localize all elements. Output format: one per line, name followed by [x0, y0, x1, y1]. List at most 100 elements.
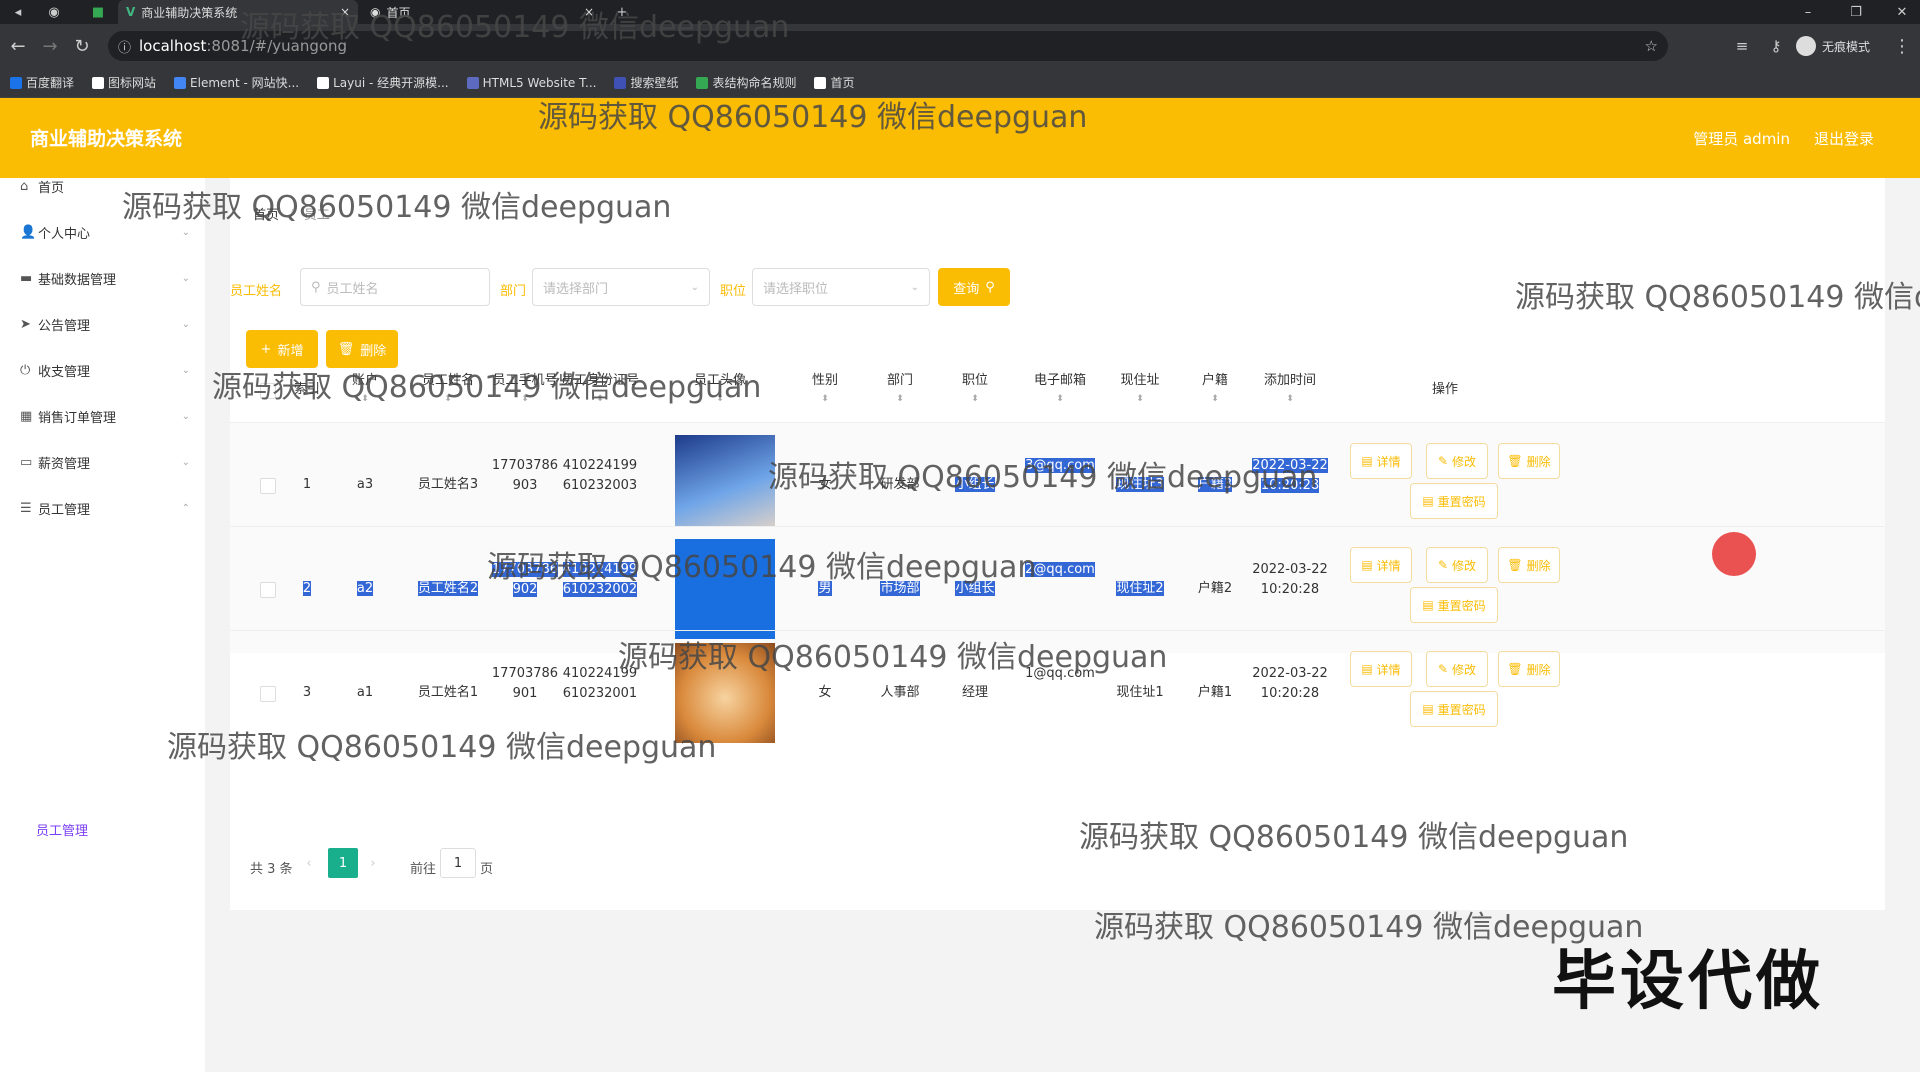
- detail-button[interactable]: ▤ 详情: [1350, 651, 1412, 687]
- watermark-text: 源码获取 QQ86050149 微信deepguan: [1515, 280, 1920, 315]
- watermark-text: 源码获取 QQ86050149 微信deepguan: [212, 370, 762, 405]
- cell-huji: 户籍2: [1185, 579, 1245, 599]
- sidebar-item-label: 收支管理: [38, 364, 91, 380]
- delete-button[interactable]: 🗑 删除: [1498, 547, 1560, 583]
- sidebar-item[interactable]: ▭ 薪资管理 ⌄: [20, 450, 190, 474]
- cell-text: 1: [302, 477, 312, 492]
- bookmark-item[interactable]: Element - 网站快...: [174, 74, 299, 91]
- cell-huji: 户籍1: [1185, 683, 1245, 703]
- cell-name: 员工姓名1: [408, 683, 488, 703]
- edit-button[interactable]: ✎ 修改: [1426, 547, 1488, 583]
- reset-password-button[interactable]: ▤ 重置密码: [1410, 691, 1498, 727]
- bookmark-icon: [614, 76, 627, 89]
- pos-select[interactable]: 请选择职位 ⌄: [752, 268, 930, 306]
- goto-page-input[interactable]: 1: [440, 848, 476, 878]
- query-button[interactable]: 查询 ⚲: [938, 268, 1010, 306]
- column-header-label: 户籍: [1201, 373, 1228, 388]
- column-header[interactable]: 性别 ⬍: [805, 358, 845, 422]
- cell-text: 现住址1: [1116, 685, 1164, 700]
- detail-button[interactable]: ▤ 详情: [1350, 443, 1412, 479]
- sort-icon[interactable]: ⬍: [1056, 390, 1064, 408]
- column-header[interactable]: 部门 ⬍: [870, 358, 930, 422]
- reload-icon[interactable]: ↻: [70, 34, 94, 58]
- incognito-badge[interactable]: 无痕模式: [1796, 34, 1870, 58]
- bookmark-item[interactable]: 百度翻译: [10, 74, 74, 91]
- cell-pos: 经理: [950, 683, 1000, 703]
- bookmark-item[interactable]: Layui - 经典开源模...: [317, 74, 449, 91]
- sort-icon[interactable]: ⬍: [821, 390, 829, 408]
- promo-stamp: 毕设代做: [1552, 945, 1824, 1019]
- column-header[interactable]: 现住址 ⬍: [1100, 358, 1180, 422]
- column-header[interactable]: 电子邮箱 ⬍: [1020, 358, 1100, 422]
- sidebar-item[interactable]: ▦ 销售订单管理 ⌄: [20, 404, 190, 428]
- sidebar-sub-employee[interactable]: 员工管理: [36, 820, 88, 839]
- edit-button[interactable]: ✎ 修改: [1426, 443, 1488, 479]
- reset-password-button[interactable]: ▤ 重置密码: [1410, 587, 1498, 623]
- detail-button[interactable]: ▤ 详情: [1350, 547, 1412, 583]
- next-page-icon[interactable]: ›: [358, 848, 388, 878]
- delete-button[interactable]: 🗑 删除: [1498, 651, 1560, 687]
- admin-user-label: 管理员 admin: [1693, 130, 1790, 148]
- name-search-input[interactable]: ⚲ 员工姓名: [300, 268, 490, 306]
- column-header[interactable]: 职位 ⬍: [950, 358, 1000, 422]
- bookmark-item[interactable]: 搜索壁纸: [614, 74, 678, 91]
- query-label: 查询: [953, 281, 980, 297]
- dept-select[interactable]: 请选择部门 ⌄: [532, 268, 710, 306]
- sidebar-item[interactable]: ⏻ 收支管理 ⌄: [20, 358, 190, 382]
- cell-name: 员工姓名2: [408, 579, 488, 599]
- sidebar-item[interactable]: ▬ 基础数据管理 ⌄: [20, 266, 190, 290]
- window-close-icon[interactable]: ✕: [1884, 0, 1920, 24]
- cell-index: 1: [292, 475, 322, 495]
- cell-text: 户籍2: [1197, 581, 1233, 596]
- home-icon: ⌂: [20, 178, 29, 194]
- op-label: 重置密码: [1437, 702, 1486, 717]
- edit-button[interactable]: ✎ 修改: [1426, 651, 1488, 687]
- bookmark-item[interactable]: HTML5 Website T...: [466, 76, 596, 90]
- back-icon[interactable]: ←: [6, 34, 30, 58]
- sort-icon[interactable]: ⬍: [1136, 390, 1144, 408]
- row-checkbox[interactable]: [260, 686, 276, 702]
- restore-icon[interactable]: ❐: [1838, 0, 1874, 24]
- column-header[interactable]: 添加时间 ⬍: [1250, 358, 1330, 422]
- star-icon[interactable]: ☆: [1645, 37, 1658, 55]
- cell-time: 2022-03-22 10:20:28: [1250, 664, 1330, 704]
- chevron-down-icon: ⌄: [181, 410, 190, 422]
- minimize-icon[interactable]: –: [1790, 0, 1826, 24]
- sort-icon[interactable]: ⬍: [1211, 390, 1219, 408]
- logout-link[interactable]: 退出登录: [1814, 128, 1874, 149]
- bookmark-label: 百度翻译: [26, 76, 75, 90]
- incognito-label: 无痕模式: [1822, 39, 1871, 54]
- chevron-down-icon: ⌄: [690, 281, 699, 293]
- cell-idno: 410224199610232003: [560, 456, 640, 496]
- reset-password-button[interactable]: ▤ 重置密码: [1410, 483, 1498, 519]
- menu-icon[interactable]: ⋮: [1890, 34, 1914, 58]
- column-header-label: 部门: [886, 373, 913, 388]
- bookmark-label: 首页: [830, 76, 855, 90]
- extension-icon[interactable]: ■: [80, 0, 116, 24]
- op-label: 修改: [1452, 558, 1477, 573]
- delete-button[interactable]: 🗑 删除: [1498, 443, 1560, 479]
- column-header-label: 操作: [1431, 382, 1458, 397]
- row-checkbox[interactable]: [260, 582, 276, 598]
- globe-icon[interactable]: ◉: [36, 0, 72, 24]
- bookmark-item[interactable]: 表结构命名规则: [696, 74, 796, 91]
- page-1-button[interactable]: 1: [328, 848, 358, 878]
- bookmark-item[interactable]: 图标网站: [92, 74, 156, 91]
- sort-icon[interactable]: ⬍: [971, 390, 979, 408]
- cell-index: 2: [292, 579, 322, 599]
- prev-page-icon[interactable]: ‹: [294, 848, 324, 878]
- forward-icon[interactable]: →: [38, 34, 62, 58]
- key-icon[interactable]: ⚷: [1764, 34, 1788, 58]
- sort-icon[interactable]: ⬍: [1286, 390, 1294, 408]
- reading-list-icon[interactable]: ≡: [1730, 34, 1754, 58]
- sort-icon[interactable]: ⬍: [896, 390, 904, 408]
- row-checkbox[interactable]: [260, 478, 276, 494]
- cell-text: 人事部: [880, 685, 920, 700]
- sidebar-item[interactable]: ➤ 公告管理 ⌄: [20, 312, 190, 336]
- sidebar-item[interactable]: ☰ 员工管理 ⌃: [20, 496, 190, 520]
- bookmark-item[interactable]: 首页: [814, 74, 855, 91]
- delete-label: 删除: [360, 343, 387, 359]
- column-header[interactable]: 户籍 ⬍: [1185, 358, 1245, 422]
- sidebar-toggle-icon[interactable]: ◂: [0, 0, 36, 24]
- tab-app-label: 商业辅助决策系统: [141, 5, 238, 20]
